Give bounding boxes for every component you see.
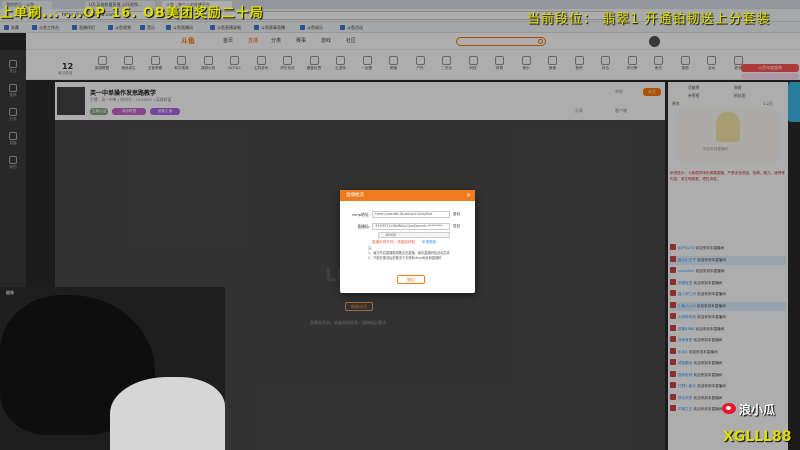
renew-link[interactable]: 申请更新 <box>422 240 436 245</box>
streamer-shirt <box>110 377 225 450</box>
stream-push-modal: 直播推流 × rtmp地址: rtmp://sendtc3a.douyu.com… <box>340 190 475 293</box>
webcam-overlay: 摄像 <box>0 287 225 450</box>
confirm-button[interactable]: 确定 <box>397 275 425 284</box>
modal-notes: 注： 1、每次开启直播都需要点击直播，每次直播码会自动生成 2、只能在推流后前推… <box>368 246 470 261</box>
expire-warning: 直播码将失效，请重新获取 <box>372 240 416 244</box>
copy-url-button[interactable]: 复制 <box>453 212 460 217</box>
stream-watermark: XGLLL88 <box>723 429 792 445</box>
copy-key-button[interactable]: 复制 <box>453 224 460 229</box>
stream-ticker-left: 上单刷... ...OP 16. OB美团奖励二十局 <box>0 6 264 21</box>
weibo-name: 浪小瓜 <box>739 403 776 417</box>
cam-label: 摄像 <box>6 290 14 295</box>
stream-ticker-right: 当前段位： 翡翠1 开通铂韧送上分套装 <box>527 12 771 27</box>
modal-title: 直播推流 <box>340 190 475 201</box>
weibo-icon <box>722 403 736 414</box>
bitrate-select[interactable]: 10000 <box>378 232 450 238</box>
rtmp-url-field[interactable]: rtmp://sendtc3a.douyu.com/live <box>372 211 450 218</box>
note-line: 2、只能在推流后前推流下去获取rtmp地址和直播码 <box>368 256 442 260</box>
stream-key-field[interactable]: 7953571rDWNtLc?wsSecret=******** <box>372 223 450 230</box>
close-icon[interactable]: × <box>466 191 471 200</box>
key-label: 直播码: <box>357 224 370 229</box>
server-label: rtmp地址: <box>351 212 370 217</box>
